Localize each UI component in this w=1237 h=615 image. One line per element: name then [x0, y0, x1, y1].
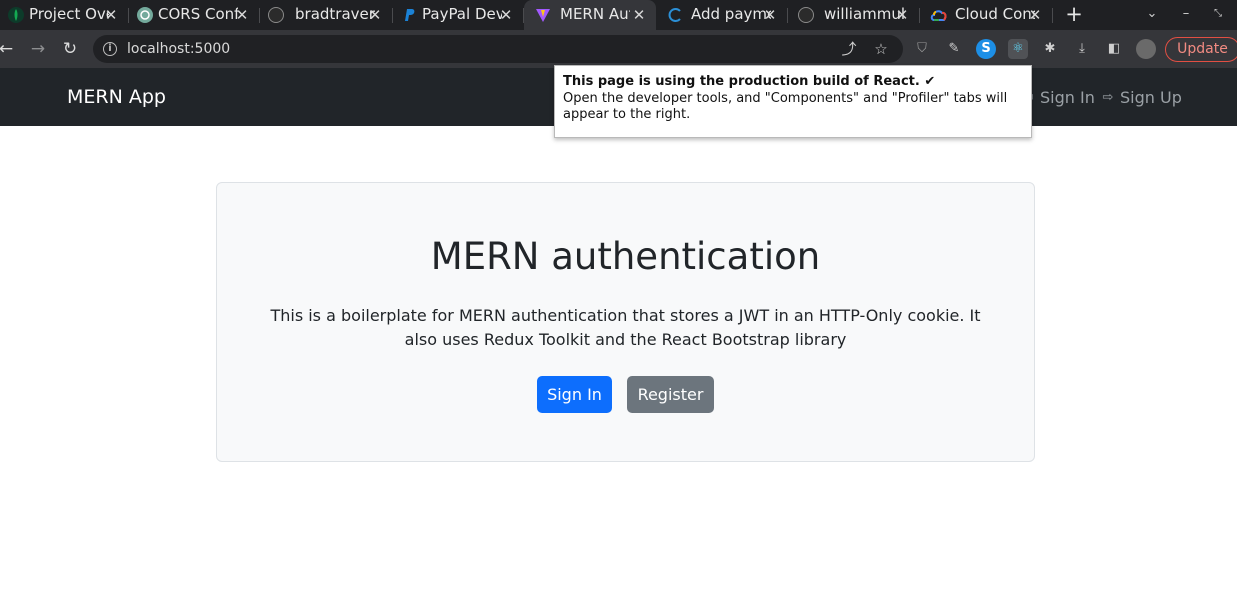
tab-bradtraversy[interactable]: bradtraversy ✕	[260, 0, 393, 30]
tab-cors-configuration[interactable]: CORS Configuration ✕	[129, 0, 260, 30]
tab-title: PayPal Developer	[422, 5, 502, 23]
update-button[interactable]: Update	[1165, 37, 1237, 62]
restore-icon[interactable]: ⤡	[1210, 3, 1226, 25]
nav-sign-in-label: Sign In	[1040, 88, 1095, 107]
close-tab-icon[interactable]: ✕	[894, 5, 910, 25]
tab-paypal-developer[interactable]: PayPal Developer ✕	[393, 0, 524, 30]
tab-williammuli[interactable]: williammuli ✕	[788, 0, 920, 30]
tab-title: Cloud Console	[955, 5, 1035, 23]
tab-search-chevron-icon[interactable]: ⌄	[1144, 3, 1160, 25]
tab-project-overview[interactable]: Project Overview ✕	[0, 0, 129, 30]
close-tab-icon[interactable]: ✕	[498, 5, 514, 25]
browser-toolbar: ← → ↻ i localhost:5000 ⤴ ☆ ⛉ ✎ S ⚛ ✱ ⤓ ◧…	[0, 30, 1237, 68]
tab-title: CORS Configuration	[158, 5, 238, 23]
address-bar[interactable]: i localhost:5000 ⤴ ☆	[93, 35, 903, 63]
tab-title: bradtraversy	[295, 5, 375, 23]
close-tab-icon[interactable]: ✕	[762, 5, 778, 25]
close-tab-icon[interactable]: ✕	[103, 5, 119, 25]
nav-sign-up-link[interactable]: ⇨ Sign Up	[1100, 88, 1182, 108]
tab-add-payment[interactable]: Add payment ✕	[657, 0, 788, 30]
privacy-shield-icon[interactable]: ⛉	[912, 39, 932, 59]
url-text[interactable]: localhost:5000	[127, 41, 230, 57]
tab-cloud-console[interactable]: Cloud Console ✕	[920, 0, 1053, 30]
hero-heading: MERN authentication	[430, 235, 821, 278]
tab-title: Project Overview	[29, 5, 109, 23]
download-icon[interactable]: ⤓	[1072, 39, 1092, 59]
reload-icon[interactable]: ↻	[60, 39, 80, 59]
tab-title: Add payment	[691, 5, 771, 23]
browser-tab-strip: Project Overview ✕ CORS Configuration ✕ …	[0, 0, 1237, 30]
loading-spinner-icon	[667, 7, 683, 23]
minimize-icon[interactable]: –	[1178, 3, 1194, 25]
share-icon[interactable]: ⤴	[840, 40, 858, 58]
new-tab-icon[interactable]: +	[1064, 3, 1084, 25]
close-tab-icon[interactable]: ✕	[631, 5, 647, 25]
react-devtools-icon[interactable]: ⚛	[1008, 39, 1028, 59]
color-picker-icon[interactable]: ✎	[944, 39, 964, 59]
tab-divider	[1052, 8, 1053, 23]
mongodb-leaf-icon	[8, 7, 24, 23]
popup-title: This page is using the production build …	[563, 74, 936, 89]
shazam-icon[interactable]: S	[976, 39, 996, 59]
close-tab-icon[interactable]: ✕	[367, 5, 383, 25]
openai-icon	[137, 7, 153, 23]
sign-in-button[interactable]: Sign In	[537, 376, 612, 413]
site-info-icon[interactable]: i	[103, 42, 117, 56]
hero-card: MERN authentication This is a boilerplat…	[216, 182, 1035, 462]
close-tab-icon[interactable]: ✕	[234, 5, 250, 25]
nav-sign-up-label: Sign Up	[1120, 88, 1182, 107]
side-panel-icon[interactable]: ◧	[1104, 39, 1124, 59]
register-button[interactable]: Register	[627, 376, 714, 413]
popup-body: Open the developer tools, and "Component…	[563, 91, 1008, 122]
tab-title: williammuli	[824, 5, 904, 23]
forward-arrow-icon[interactable]: →	[28, 39, 48, 59]
extensions-puzzle-icon[interactable]: ✱	[1040, 39, 1060, 59]
github-icon	[268, 7, 284, 23]
vite-icon	[535, 7, 551, 23]
google-cloud-icon	[930, 7, 947, 23]
react-devtools-popup: This page is using the production build …	[554, 65, 1032, 138]
back-arrow-icon[interactable]: ←	[0, 39, 16, 59]
profile-avatar[interactable]	[1136, 39, 1156, 59]
github-icon	[798, 7, 814, 23]
tab-title: MERN Auth	[560, 5, 630, 23]
close-tab-icon[interactable]: ✕	[1027, 5, 1043, 25]
navbar-brand[interactable]: MERN App	[67, 85, 166, 109]
tab-mern-auth[interactable]: MERN Auth ✕	[524, 0, 656, 30]
sign-out-icon: ⇨	[1102, 90, 1114, 105]
hero-description: This is a boilerplate for MERN authentic…	[270, 306, 981, 349]
bookmark-star-icon[interactable]: ☆	[872, 40, 890, 58]
paypal-icon	[401, 7, 417, 23]
